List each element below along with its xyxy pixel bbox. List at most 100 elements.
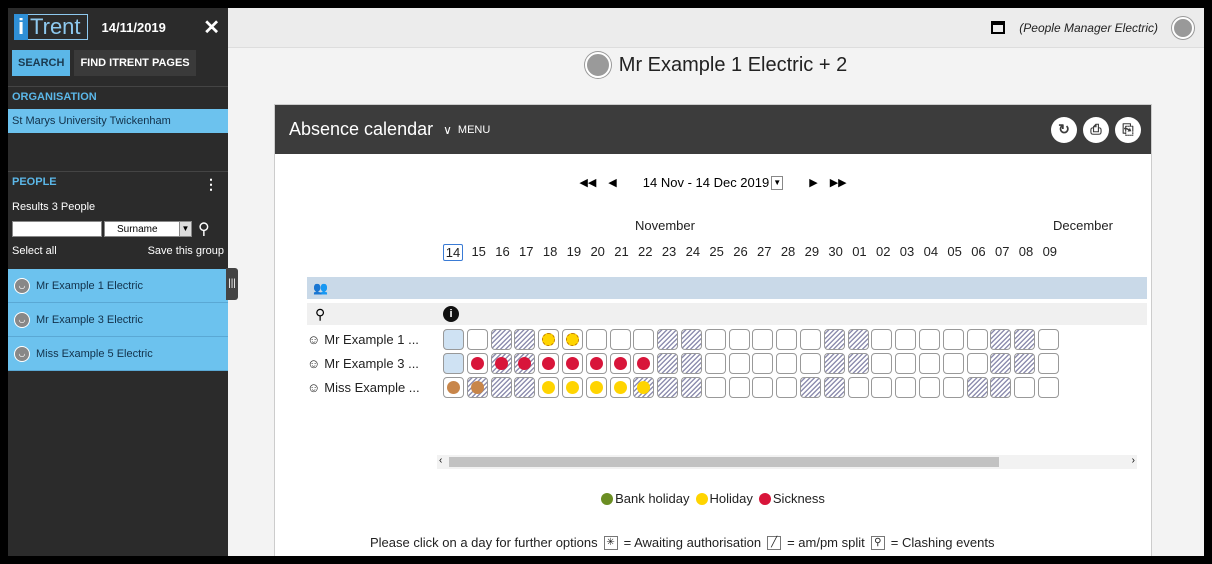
day-cell[interactable]	[466, 328, 488, 350]
day-cell[interactable]	[823, 328, 845, 350]
close-sidebar-icon[interactable]: ✕	[203, 15, 220, 40]
day-header[interactable]: 17	[514, 244, 538, 261]
day-header[interactable]: 14	[443, 244, 463, 261]
day-cell[interactable]	[871, 328, 893, 350]
day-cell[interactable]	[990, 352, 1012, 374]
day-cell[interactable]	[823, 376, 845, 398]
day-cell[interactable]	[895, 376, 917, 398]
day-cell[interactable]	[728, 328, 750, 350]
day-cell[interactable]	[752, 328, 774, 350]
menu-button[interactable]: MENU	[458, 124, 490, 136]
day-cell[interactable]	[1014, 352, 1036, 374]
day-cell[interactable]	[657, 376, 679, 398]
day-cell[interactable]	[704, 328, 726, 350]
day-cell[interactable]	[585, 376, 607, 398]
day-cell[interactable]	[633, 376, 655, 398]
day-cell[interactable]	[847, 352, 869, 374]
day-cell[interactable]	[561, 328, 583, 350]
day-header[interactable]: 30	[824, 244, 848, 261]
day-cell[interactable]	[585, 352, 607, 374]
day-header[interactable]: 21	[610, 244, 634, 261]
tab-find-itrent-pages[interactable]: FIND ITRENT PAGES	[74, 50, 196, 76]
day-cell[interactable]	[704, 352, 726, 374]
day-cell[interactable]	[942, 352, 964, 374]
day-cell[interactable]	[1037, 328, 1059, 350]
day-cell[interactable]	[776, 352, 798, 374]
day-cell[interactable]	[443, 352, 464, 374]
day-cell[interactable]	[443, 328, 464, 350]
organisation-value[interactable]: St Marys University Twickenham	[8, 109, 228, 133]
day-header[interactable]: 29	[800, 244, 824, 261]
day-header[interactable]: 01	[848, 244, 872, 261]
people-search-input[interactable]	[12, 221, 102, 237]
day-cell[interactable]	[728, 352, 750, 374]
day-cell[interactable]	[895, 352, 917, 374]
day-cell[interactable]	[799, 328, 821, 350]
print-icon[interactable]: ⎙	[1083, 116, 1109, 143]
day-cell[interactable]	[633, 328, 655, 350]
day-cell[interactable]	[752, 352, 774, 374]
day-cell[interactable]	[609, 352, 631, 374]
day-cell[interactable]	[847, 328, 869, 350]
last-page-icon[interactable]: ▶▶	[830, 176, 847, 189]
scroll-thumb[interactable]	[449, 457, 999, 467]
day-cell[interactable]	[871, 352, 893, 374]
day-cell[interactable]	[799, 352, 821, 374]
chevron-down-icon[interactable]: ∨	[443, 123, 452, 137]
day-cell[interactable]	[657, 352, 679, 374]
refresh-icon[interactable]: ↻	[1051, 116, 1077, 143]
day-cell[interactable]	[609, 376, 631, 398]
day-header[interactable]: 20	[586, 244, 610, 261]
horizontal-scrollbar[interactable]: ‹ ›	[437, 455, 1137, 469]
day-cell[interactable]	[585, 328, 607, 350]
day-cell[interactable]	[799, 376, 821, 398]
day-cell[interactable]	[1037, 376, 1059, 398]
day-header[interactable]: 03	[895, 244, 919, 261]
day-header[interactable]: 24	[681, 244, 705, 261]
day-header[interactable]: 25	[705, 244, 729, 261]
scroll-right-icon[interactable]: ›	[1132, 455, 1135, 466]
day-header[interactable]: 16	[491, 244, 515, 261]
list-item[interactable]: ◡ Mr Example 3 Electric	[8, 303, 228, 337]
day-cell[interactable]	[609, 328, 631, 350]
people-menu-icon[interactable]: ⋮	[204, 176, 218, 193]
attachment-icon[interactable]: ⎘	[1115, 116, 1141, 143]
first-page-icon[interactable]: ◀◀	[579, 176, 596, 189]
day-cell[interactable]	[1014, 376, 1036, 398]
day-cell[interactable]	[680, 352, 702, 374]
day-header[interactable]: 23	[657, 244, 681, 261]
day-cell[interactable]	[942, 376, 964, 398]
day-cell[interactable]	[443, 376, 464, 398]
day-cell[interactable]	[633, 352, 655, 374]
day-cell[interactable]	[776, 328, 798, 350]
day-cell[interactable]	[966, 352, 988, 374]
day-header[interactable]: 18	[538, 244, 562, 261]
day-cell[interactable]	[1014, 328, 1036, 350]
day-cell[interactable]	[538, 376, 560, 398]
day-header[interactable]: 08	[1014, 244, 1038, 261]
day-cell[interactable]	[918, 376, 940, 398]
day-cell[interactable]	[680, 376, 702, 398]
day-cell[interactable]	[728, 376, 750, 398]
day-cell[interactable]	[966, 376, 988, 398]
day-cell[interactable]	[918, 328, 940, 350]
scroll-left-icon[interactable]: ‹	[439, 455, 442, 466]
day-cell[interactable]	[490, 328, 512, 350]
day-cell[interactable]	[490, 352, 512, 374]
day-cell[interactable]	[538, 328, 560, 350]
day-header[interactable]: 27	[752, 244, 776, 261]
date-range-select[interactable]: 14 Nov - 14 Dec 2019 ▼	[643, 175, 784, 190]
next-icon[interactable]: ▶	[809, 176, 817, 189]
day-cell[interactable]	[990, 376, 1012, 398]
sidebar-resize-handle[interactable]: |||	[226, 268, 238, 300]
tab-search[interactable]: SEARCH	[12, 50, 71, 76]
day-cell[interactable]	[823, 352, 845, 374]
day-cell[interactable]	[680, 328, 702, 350]
row-person[interactable]: ☺ Miss Example ...	[307, 380, 443, 395]
day-header[interactable]: 02	[871, 244, 895, 261]
day-cell[interactable]	[538, 352, 560, 374]
day-header[interactable]: 06	[967, 244, 991, 261]
select-all-link[interactable]: Select all	[12, 245, 57, 257]
window-icon[interactable]	[991, 21, 1006, 34]
day-header[interactable]: 28	[776, 244, 800, 261]
